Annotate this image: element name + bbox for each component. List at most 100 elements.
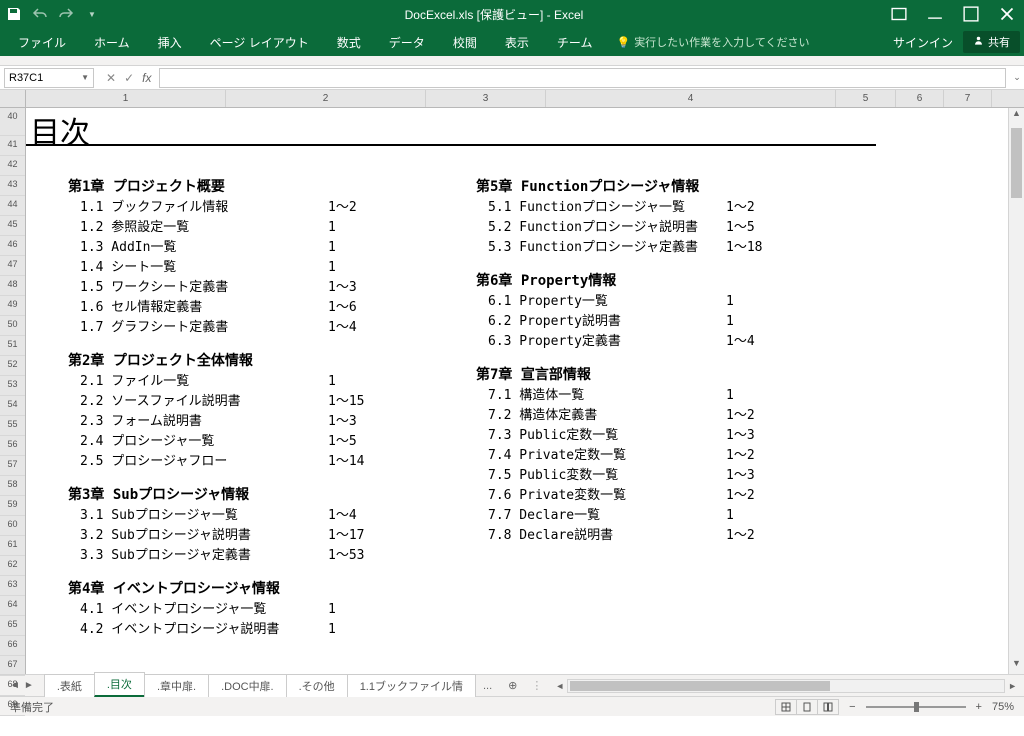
row-header[interactable]: 61 (0, 536, 25, 556)
worksheet-canvas[interactable]: 目次 第1章 プロジェクト概要1.1 ブックファイル情報1～21.2 参照設定一… (26, 108, 1008, 674)
row-header[interactable]: 63 (0, 576, 25, 596)
toc-item-label: 1.2 参照設定一覧 (68, 218, 328, 238)
ribbon-body (0, 56, 1024, 66)
zoom-handle[interactable] (914, 702, 919, 712)
sheet-tab[interactable]: .章中扉. (144, 674, 209, 697)
ribbon-tab-8[interactable]: チーム (543, 28, 607, 56)
name-box-value: R37C1 (9, 72, 43, 84)
toc-item-label: 1.6 セル情報定義書 (68, 298, 328, 318)
tab-next-icon[interactable]: ► (24, 680, 34, 691)
sheet-tab[interactable]: .表紙 (44, 674, 95, 697)
row-header[interactable]: 45 (0, 216, 25, 236)
ribbon-tab-3[interactable]: ページ レイアウト (196, 28, 323, 56)
row-header[interactable]: 47 (0, 256, 25, 276)
add-sheet-button[interactable]: ⊕ (500, 679, 525, 692)
row-header[interactable]: 41 (0, 136, 25, 156)
normal-view-button[interactable] (775, 699, 797, 715)
sheet-tab[interactable]: 1.1ブックファイル情 (347, 674, 476, 697)
column-header[interactable]: 3 (426, 90, 546, 107)
select-all-corner[interactable] (0, 90, 26, 107)
chevron-down-icon[interactable]: ▼ (81, 73, 89, 82)
share-button[interactable]: 共有 (963, 31, 1020, 53)
row-header[interactable]: 58 (0, 476, 25, 496)
redo-icon[interactable] (58, 6, 74, 22)
formula-input[interactable] (159, 68, 1006, 88)
minimize-icon[interactable] (924, 3, 946, 25)
scroll-up-icon[interactable]: ▲ (1009, 108, 1024, 124)
column-header[interactable]: 1 (26, 90, 226, 107)
enter-formula-icon[interactable]: ✓ (124, 71, 134, 85)
row-header[interactable]: 52 (0, 356, 25, 376)
row-header[interactable]: 53 (0, 376, 25, 396)
ribbon-tab-5[interactable]: データ (375, 28, 439, 56)
row-header[interactable]: 65 (0, 616, 25, 636)
maximize-icon[interactable] (960, 3, 982, 25)
row-header[interactable]: 66 (0, 636, 25, 656)
fx-icon[interactable]: fx (142, 71, 151, 85)
row-header[interactable]: 48 (0, 276, 25, 296)
ribbon-tab-4[interactable]: 数式 (323, 28, 375, 56)
expand-formula-icon[interactable]: ⌄ (1010, 72, 1024, 83)
row-header[interactable]: 56 (0, 436, 25, 456)
qat-dropdown-icon[interactable]: ▼ (84, 6, 100, 22)
sheet-tab[interactable]: .目次 (94, 672, 145, 697)
zoom-out-button[interactable]: − (849, 701, 855, 713)
row-header[interactable]: 59 (0, 496, 25, 516)
name-box[interactable]: R37C1 ▼ (4, 68, 94, 88)
page-layout-view-button[interactable] (796, 699, 818, 715)
row-header[interactable]: 49 (0, 296, 25, 316)
column-header[interactable]: 7 (944, 90, 992, 107)
horizontal-scrollbar[interactable] (567, 679, 1005, 693)
zoom-slider[interactable] (866, 706, 966, 708)
tab-first-icon[interactable]: ◄ (10, 680, 20, 691)
row-header[interactable]: 62 (0, 556, 25, 576)
row-header[interactable]: 40 (0, 108, 25, 136)
tell-me-search[interactable]: 💡 実行したい作業を入力してください (616, 34, 809, 50)
row-header[interactable]: 60 (0, 516, 25, 536)
undo-icon[interactable] (32, 6, 48, 22)
sheet-tab[interactable]: .DOC中扉. (208, 674, 287, 697)
row-header[interactable]: 55 (0, 416, 25, 436)
vertical-scrollbar[interactable]: ▲ ▼ (1008, 108, 1024, 674)
hscroll-right-icon[interactable]: ► (1005, 681, 1020, 691)
ribbon-tab-2[interactable]: 挿入 (144, 28, 196, 56)
row-header[interactable]: 46 (0, 236, 25, 256)
ribbon-tab-1[interactable]: ホーム (80, 28, 144, 56)
column-header[interactable]: 4 (546, 90, 836, 107)
sheet-area: 4041424344454647484950515253545556575859… (0, 108, 1024, 674)
row-header[interactable]: 42 (0, 156, 25, 176)
row-header[interactable]: 67 (0, 656, 25, 676)
zoom-in-button[interactable]: + (976, 701, 982, 713)
row-header[interactable]: 57 (0, 456, 25, 476)
hscroll-left-icon[interactable]: ◄ (552, 681, 567, 691)
sheet-tab[interactable]: .その他 (286, 674, 348, 697)
row-header[interactable]: 43 (0, 176, 25, 196)
hscroll-thumb[interactable] (570, 681, 830, 691)
tab-more[interactable]: ... (475, 680, 500, 692)
row-header[interactable]: 64 (0, 596, 25, 616)
column-header[interactable]: 2 (226, 90, 426, 107)
ribbon-tab-7[interactable]: 表示 (491, 28, 543, 56)
scroll-thumb[interactable] (1011, 128, 1022, 198)
scroll-down-icon[interactable]: ▼ (1009, 658, 1024, 674)
page-break-view-button[interactable] (817, 699, 839, 715)
close-icon[interactable] (996, 3, 1018, 25)
row-header[interactable]: 50 (0, 316, 25, 336)
column-header[interactable]: 6 (896, 90, 944, 107)
toc-item: 7.5 Public変数一覧1～3 (476, 466, 762, 486)
toc-item-page: 1 (328, 238, 336, 258)
toc-item: 2.5 プロシージャフロー1～14 (68, 452, 364, 472)
ribbon-tab-0[interactable]: ファイル (4, 28, 80, 56)
save-icon[interactable] (6, 6, 22, 22)
ribbon-display-icon[interactable] (888, 3, 910, 25)
cancel-formula-icon[interactable]: ✕ (106, 71, 116, 85)
ribbon-tab-6[interactable]: 校閲 (439, 28, 491, 56)
signin-link[interactable]: サインイン (893, 34, 953, 51)
row-header[interactable]: 44 (0, 196, 25, 216)
status-bar: 準備完了 − + 75% (0, 696, 1024, 716)
row-header[interactable]: 54 (0, 396, 25, 416)
toc-item-label: 2.2 ソースファイル説明書 (68, 392, 328, 412)
row-header[interactable]: 51 (0, 336, 25, 356)
toc-item: 3.2 Subプロシージャ説明書1～17 (68, 526, 364, 546)
column-header[interactable]: 5 (836, 90, 896, 107)
